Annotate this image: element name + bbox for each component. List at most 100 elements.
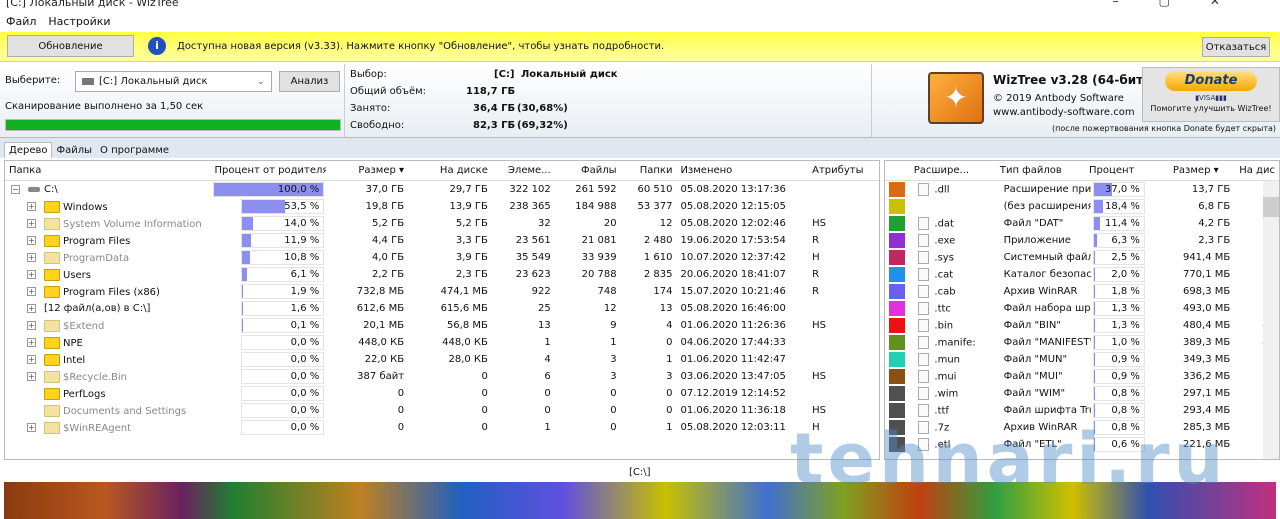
collapse-icon[interactable]: − <box>11 184 20 194</box>
analyze-button[interactable]: Анализ <box>279 71 340 92</box>
table-row[interactable]: + $WinREAgent 0,0 % 0 0 1 0 1 05.08.2020 12:03:1… <box>5 419 879 436</box>
column-header[interactable]: Расшире... <box>910 165 996 176</box>
table-row[interactable]: + ProgramData 10,8 % 4,0 ГБ 3,9 ГБ 35 549 33 9… <box>5 249 879 266</box>
column-header[interactable]: Размер ▾ <box>326 165 408 176</box>
table-row[interactable]: + System Volume Information 14,0 % 5,2 ГБ 5,… <box>5 215 879 232</box>
table-row[interactable]: Documents and Settings 0,0 % 0 0 0 0 0 01.06.20… <box>5 402 879 419</box>
table-row[interactable]: − C:\ 100,0 % 37,0 ГБ 29,7 ГБ 322 102 261 592 6… <box>5 181 879 198</box>
expand-icon[interactable]: + <box>27 338 36 347</box>
column-header[interactable]: Атрибуты <box>808 165 879 176</box>
donate-button[interactable]: Donate <box>1165 71 1257 91</box>
table-row[interactable]: + $Recycle.Bin 0,0 % 387 байт 0 6 3 3 03.06.2020… <box>5 368 879 385</box>
column-header[interactable]: Изменено <box>676 165 808 176</box>
table-row[interactable]: .dll Расширение прил 37,0 % 13,7 ГБ <box>885 181 1279 198</box>
tab-tree[interactable]: Дерево <box>4 142 53 158</box>
column-header[interactable]: Элеме... <box>492 165 555 176</box>
table-row[interactable]: .ttfФайл шрифта Tru0,8 %293,4 МБ15 <box>885 402 1279 419</box>
cell-size: 349,3 МБ <box>1182 354 1231 365</box>
column-header[interactable]: Размер ▾ <box>1138 165 1222 176</box>
table-row[interactable]: .dat Файл "DAT" 11,4 % 4,2 ГБ <box>885 215 1279 232</box>
cell-size: 4,4 ГБ <box>372 235 405 246</box>
expand-icon[interactable]: + <box>27 372 36 381</box>
percent-text: 0,1 % <box>290 320 320 331</box>
expand-icon[interactable]: + <box>27 253 36 262</box>
drive-select[interactable]: [C:] Локальный диск ⌄ <box>75 71 272 92</box>
cell-disk: 0 <box>481 371 488 382</box>
update-button[interactable]: Обновление <box>7 35 134 57</box>
table-row[interactable]: + Program Files (x86) 1,9 % 732,8 МБ 474,1 М… <box>5 283 879 300</box>
table-row[interactable]: + Windows 53,5 % 19,8 ГБ 13,9 ГБ 238 365 184 9… <box>5 198 879 215</box>
tree-line[interactable] <box>27 406 36 415</box>
website-link[interactable]: www.antibody-software.com <box>993 107 1135 118</box>
table-row[interactable]: .cabАрхив WinRAR1,8 %698,3 МБ69 <box>885 283 1279 300</box>
table-row[interactable]: .munФайл "MUN"0,9 %349,3 МБ18 <box>885 351 1279 368</box>
table-row[interactable]: (без расширения) 18,4 % 6,8 ГБ <box>885 198 1279 215</box>
cell-size: 336,2 МБ <box>1182 371 1231 382</box>
table-row[interactable]: + Users 6,1 % 2,2 ГБ 2,3 ГБ 23 623 20 788 2 835… <box>5 266 879 283</box>
table-row[interactable]: + $Extend 0,1 % 20,1 МБ 56,8 МБ 13 9 4 01.06.202… <box>5 317 879 334</box>
column-header[interactable]: Папка <box>5 165 211 176</box>
expand-icon[interactable]: + <box>27 321 36 330</box>
tab-files[interactable]: Файлы <box>52 143 96 158</box>
types-scrollbar[interactable] <box>1263 181 1279 459</box>
column-header[interactable]: Тип файлов <box>996 165 1084 176</box>
expand-icon[interactable]: + <box>27 270 36 279</box>
expand-icon[interactable]: + <box>27 202 36 211</box>
expand-icon[interactable]: + <box>27 423 36 432</box>
folder-icon <box>44 234 60 247</box>
column-header[interactable]: Файлы <box>555 165 621 176</box>
expand-icon[interactable]: + <box>27 355 36 364</box>
window-controls[interactable]: –▢✕ <box>1113 0 1260 8</box>
percent-bar: 1,9 % <box>240 284 325 299</box>
color-swatch <box>889 233 905 248</box>
column-header[interactable]: На диске <box>408 165 492 176</box>
donate-panel: Donate ▮VISA▮▮▮ Помогите улучшить WizTre… <box>1142 67 1280 122</box>
table-row[interactable]: .ttcФайл набора шри1,3 %493,0 МБ26 <box>885 300 1279 317</box>
table-row[interactable]: .manife:Файл "MANIFEST"1,0 %389,3 МБ44 <box>885 334 1279 351</box>
percent-bar: 2,5 % <box>1092 250 1145 265</box>
table-row[interactable]: .catКаталог безопас2,0 %770,1 МБ69 <box>885 266 1279 283</box>
percent-text: 37,0 % <box>1104 184 1140 195</box>
tree-line[interactable] <box>27 389 36 398</box>
file-icon <box>918 217 930 230</box>
column-header[interactable]: На дис <box>1223 165 1279 176</box>
color-swatch <box>889 216 905 231</box>
expand-icon[interactable]: + <box>27 287 36 296</box>
percent-text: 10,8 % <box>284 252 320 263</box>
chevron-down-icon: ⌄ <box>256 76 265 87</box>
percent-bar: 1,6 % <box>240 301 325 316</box>
drive-icon <box>28 186 40 192</box>
cell-size: 2,2 ГБ <box>372 269 405 280</box>
treemap-hover-label: [C:\] <box>629 467 651 478</box>
extension: .ttc <box>934 303 951 315</box>
cell-folders: 4 <box>666 320 673 331</box>
column-header[interactable]: Папки <box>621 165 677 176</box>
table-row[interactable]: .muiФайл "MUI"0,9 %336,2 МБ24 <box>885 368 1279 385</box>
cell-size: 293,4 МБ <box>1182 405 1231 416</box>
menu-settings[interactable]: Настройки <box>48 15 110 28</box>
table-row[interactable]: .sysСистемный файл2,5 %941,4 МБ63 <box>885 249 1279 266</box>
table-row[interactable]: .binФайл "BIN"1,3 %480,4 МБ46 <box>885 317 1279 334</box>
color-swatch <box>889 267 905 282</box>
menu-file[interactable]: Файл <box>6 15 36 28</box>
cell-items: 6 <box>544 371 551 382</box>
column-header[interactable]: Процент <box>1084 165 1139 176</box>
percent-bar: 1,8 % <box>1092 284 1145 299</box>
expand-icon[interactable]: + <box>27 219 36 228</box>
table-row[interactable]: + [12 файл(а,ов) в C:\] 1,6 % 612,6 МБ 615,6… <box>5 300 879 317</box>
cell-files: 3 <box>610 371 617 382</box>
expand-icon[interactable]: + <box>27 236 36 245</box>
dismiss-button[interactable]: Отказаться <box>1202 37 1270 57</box>
percent-bar: 0,0 % <box>240 386 325 401</box>
table-row[interactable]: + NPE 0,0 % 448,0 КБ 448,0 КБ 1 1 0 04.06.2020 1… <box>5 334 879 351</box>
table-row[interactable]: .wimФайл "WIM"0,8 %297,1 МБ26 <box>885 385 1279 402</box>
expand-icon[interactable]: + <box>27 303 36 313</box>
extension: .wim <box>934 388 959 400</box>
tab-about[interactable]: О программе <box>96 143 173 158</box>
tab-bar: Дерево Файлы О программе <box>0 138 1280 158</box>
table-row[interactable]: PerfLogs 0,0 % 0 0 0 0 0 07.12.2019 12:14:52 <box>5 385 879 402</box>
column-header[interactable]: Процент от родителя <box>211 165 327 176</box>
table-row[interactable]: + Program Files 11,9 % 4,4 ГБ 3,3 ГБ 23 561 21… <box>5 232 879 249</box>
table-row[interactable]: + Intel 0,0 % 22,0 КБ 28,0 КБ 4 3 1 01.06.2020 1… <box>5 351 879 368</box>
table-row[interactable]: .exe Приложение 6,3 % 2,3 ГБ <box>885 232 1279 249</box>
